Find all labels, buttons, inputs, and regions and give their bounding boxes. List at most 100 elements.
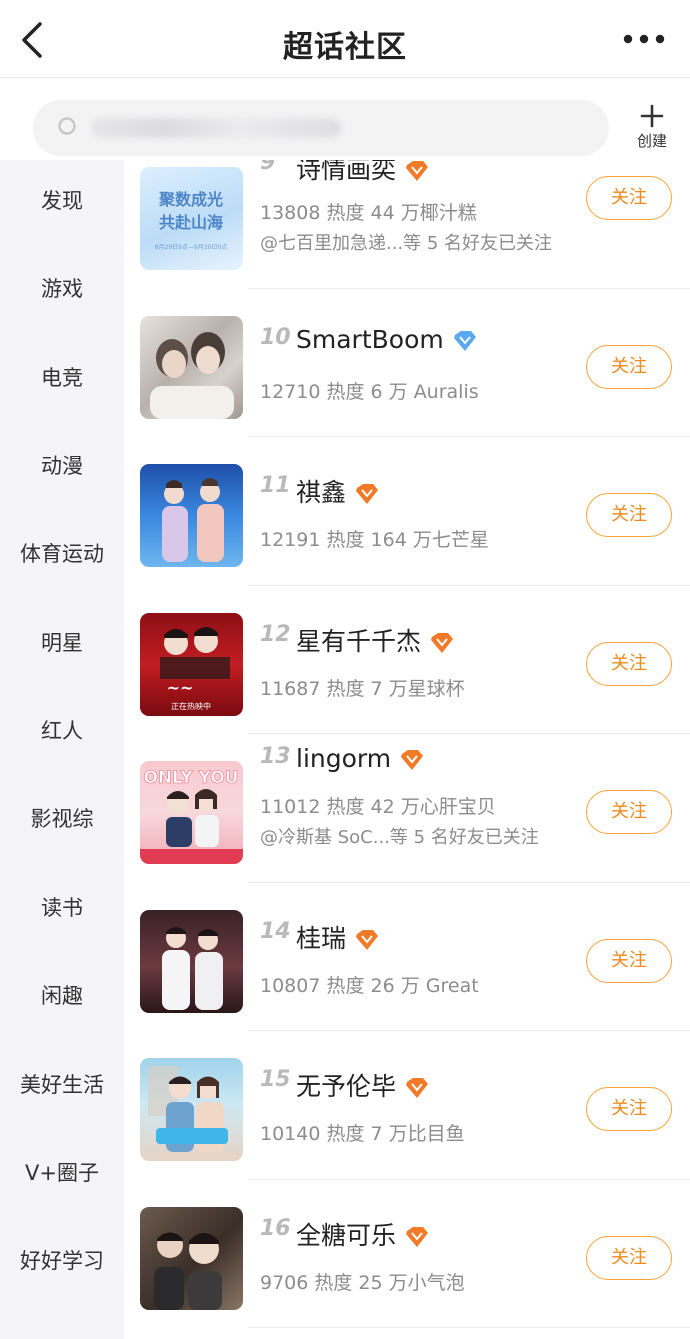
orange-diamond-badge-icon <box>406 1078 429 1098</box>
community-thumbnail <box>140 1058 243 1161</box>
sidebar-item-stars[interactable]: 明星 <box>0 618 124 668</box>
community-thumbnail: ~~ 正在热映中 <box>140 612 243 716</box>
list-item[interactable]: 11 祺鑫 12191 热度 164 万七芒星 关注 <box>124 437 690 586</box>
thumbnail-art: ONLY YOU <box>140 768 243 864</box>
thumbnail-calligraphy-art: ~~ <box>167 678 194 697</box>
follow-button[interactable]: 关注 <box>586 1087 672 1131</box>
follow-button[interactable]: 关注 <box>586 344 672 389</box>
community-name: 诗情画奕 <box>296 160 430 186</box>
sidebar-item-reading[interactable]: 读书 <box>0 883 124 933</box>
page-title: 超话社区 <box>283 30 407 65</box>
rank-number: 10 <box>260 324 291 350</box>
more-dots-icon[interactable] <box>618 26 670 52</box>
rank-number: 11 <box>260 473 291 498</box>
rank-number: 12 <box>260 621 291 647</box>
rank-number: 14 <box>260 918 291 944</box>
community-name: 全糖可乐 <box>296 1216 430 1252</box>
community-thumbnail: 聚数成光 共赴山海 8月29日9点—9月30日0点 <box>140 167 243 270</box>
search-placeholder-blurred <box>91 118 341 138</box>
orange-diamond-badge-icon <box>431 632 454 653</box>
sidebar-item-good-life[interactable]: 美好生活 <box>0 1060 124 1110</box>
community-thumbnail: ONLY YOU <box>140 761 243 864</box>
follow-button[interactable]: 关注 <box>586 641 672 686</box>
orange-diamond-badge-icon <box>406 1226 429 1247</box>
list-item[interactable]: 15 无予伦毕 10140 热度 7 万比目鱼 关注 <box>124 1031 690 1180</box>
search-input[interactable] <box>33 100 609 156</box>
rank-number: 13 <box>260 744 291 769</box>
orange-diamond-badge-icon <box>406 161 429 181</box>
supertopic-list: 聚数成光 共赴山海 8月29日9点—9月30日0点 9 诗情画奕 13808 热… <box>124 160 690 1339</box>
list-item[interactable]: ~~ 正在热映中 12 星有千千杰 11687 热度 7 万星球杯 关注 <box>124 586 690 734</box>
blue-diamond-badge-icon <box>453 330 476 351</box>
orange-diamond-badge-icon <box>401 750 424 770</box>
sidebar-item-study[interactable]: 好好学习 <box>0 1236 124 1286</box>
community-stats: 11012 热度 42 万心肝宝贝 <box>260 796 496 818</box>
community-name-text: 星有千千杰 <box>296 626 422 656</box>
community-name-text: SmartBoom <box>296 324 444 354</box>
sidebar-item-anime[interactable]: 动漫 <box>0 441 124 491</box>
community-stats: 10140 热度 7 万比目鱼 <box>260 1123 465 1145</box>
sidebar-item-influencers[interactable]: 红人 <box>0 706 124 756</box>
sidebar-item-sports[interactable]: 体育运动 <box>0 529 124 579</box>
follow-button[interactable]: 关注 <box>586 176 672 220</box>
thumbnail-art: ~~ 正在热映中 <box>160 626 230 711</box>
sidebar-item-leisure[interactable]: 闲趣 <box>0 971 124 1021</box>
follow-button[interactable]: 关注 <box>586 938 672 983</box>
community-name: SmartBoom <box>296 325 478 354</box>
thumbnail-art <box>162 926 223 1010</box>
sidebar-item-discover[interactable]: 发现 <box>0 176 124 226</box>
list-item[interactable]: ONLY YOU 13 lingorm 11012 热度 42 万心肝宝贝 @冷… <box>124 734 690 883</box>
top-nav-bar: 超话社区 <box>0 0 690 78</box>
community-stats: 11687 热度 7 万星球杯 <box>260 677 465 700</box>
thumbnail-text: 共赴山海 <box>159 213 223 232</box>
community-name-text: 祺鑫 <box>296 478 347 507</box>
thumbnail-text: ONLY YOU <box>143 768 238 788</box>
thumbnail-art <box>150 331 234 419</box>
thumbnail-text: 正在热映中 <box>171 701 211 711</box>
create-button[interactable]: 创建 <box>626 104 678 154</box>
sidebar-item-v-circle[interactable]: V+圈子 <box>0 1148 124 1198</box>
list-item[interactable]: 聚数成光 共赴山海 8月29日9点—9月30日0点 9 诗情画奕 13808 热… <box>124 160 690 289</box>
community-stats: 9706 热度 25 万小气泡 <box>260 1271 465 1294</box>
rank-number: 16 <box>260 1215 291 1241</box>
thumbnail-art <box>162 478 224 562</box>
community-thumbnail <box>140 315 243 419</box>
community-stats: 12710 热度 6 万 Auralis <box>260 380 479 403</box>
orange-diamond-badge-icon <box>356 929 379 950</box>
community-name: 星有千千杰 <box>296 622 455 658</box>
plus-icon <box>640 104 664 128</box>
thumbnail-art <box>154 1231 222 1310</box>
thumbnail-subtext: 8月29日9点—9月30日0点 <box>155 243 228 251</box>
community-stats: 10807 热度 26 万 Great <box>260 974 479 997</box>
rank-number: 15 <box>260 1067 291 1092</box>
list-item[interactable]: 10 SmartBoom 12710 热度 6 万 Auralis 关注 <box>124 289 690 437</box>
rank-number: 9 <box>260 160 276 175</box>
orange-diamond-badge-icon <box>356 484 379 504</box>
divider <box>248 1327 690 1328</box>
community-thumbnail <box>140 909 243 1013</box>
list-item[interactable]: 16 全糖可乐 9706 热度 25 万小气泡 关注 <box>124 1180 690 1328</box>
community-name: 桂瑞 <box>296 919 380 955</box>
community-name-text: 无予伦毕 <box>296 1072 397 1101</box>
community-name: lingorm <box>296 744 425 773</box>
community-name: 无予伦毕 <box>296 1067 430 1103</box>
community-thumbnail <box>140 1206 243 1310</box>
search-icon <box>58 117 76 135</box>
thumbnail-art: 聚数成光 共赴山海 8月29日9点—9月30日0点 <box>155 190 228 251</box>
follow-button[interactable]: 关注 <box>586 1235 672 1280</box>
community-name-text: 诗情画奕 <box>296 160 397 184</box>
thumbnail-art <box>148 1066 228 1152</box>
community-stats: 13808 热度 44 万椰汁糕 <box>260 202 477 224</box>
sidebar-item-esports[interactable]: 电竞 <box>0 353 124 403</box>
sidebar-item-film-tv[interactable]: 影视综 <box>0 794 124 844</box>
community-name-text: 全糖可乐 <box>296 1220 397 1250</box>
friends-followed: @七百里加急递...等 5 名好友已关注 <box>260 233 553 254</box>
community-stats: 12191 热度 164 万七芒星 <box>260 529 489 551</box>
thumbnail-text: 聚数成光 <box>158 190 223 209</box>
list-item[interactable]: 14 桂瑞 10807 热度 26 万 Great 关注 <box>124 883 690 1031</box>
follow-button[interactable]: 关注 <box>586 493 672 537</box>
follow-button[interactable]: 关注 <box>586 790 672 834</box>
friends-followed: @冷斯基 SoC...等 5 名好友已关注 <box>260 827 539 848</box>
sidebar-item-games[interactable]: 游戏 <box>0 264 124 314</box>
community-name: 祺鑫 <box>296 473 380 509</box>
